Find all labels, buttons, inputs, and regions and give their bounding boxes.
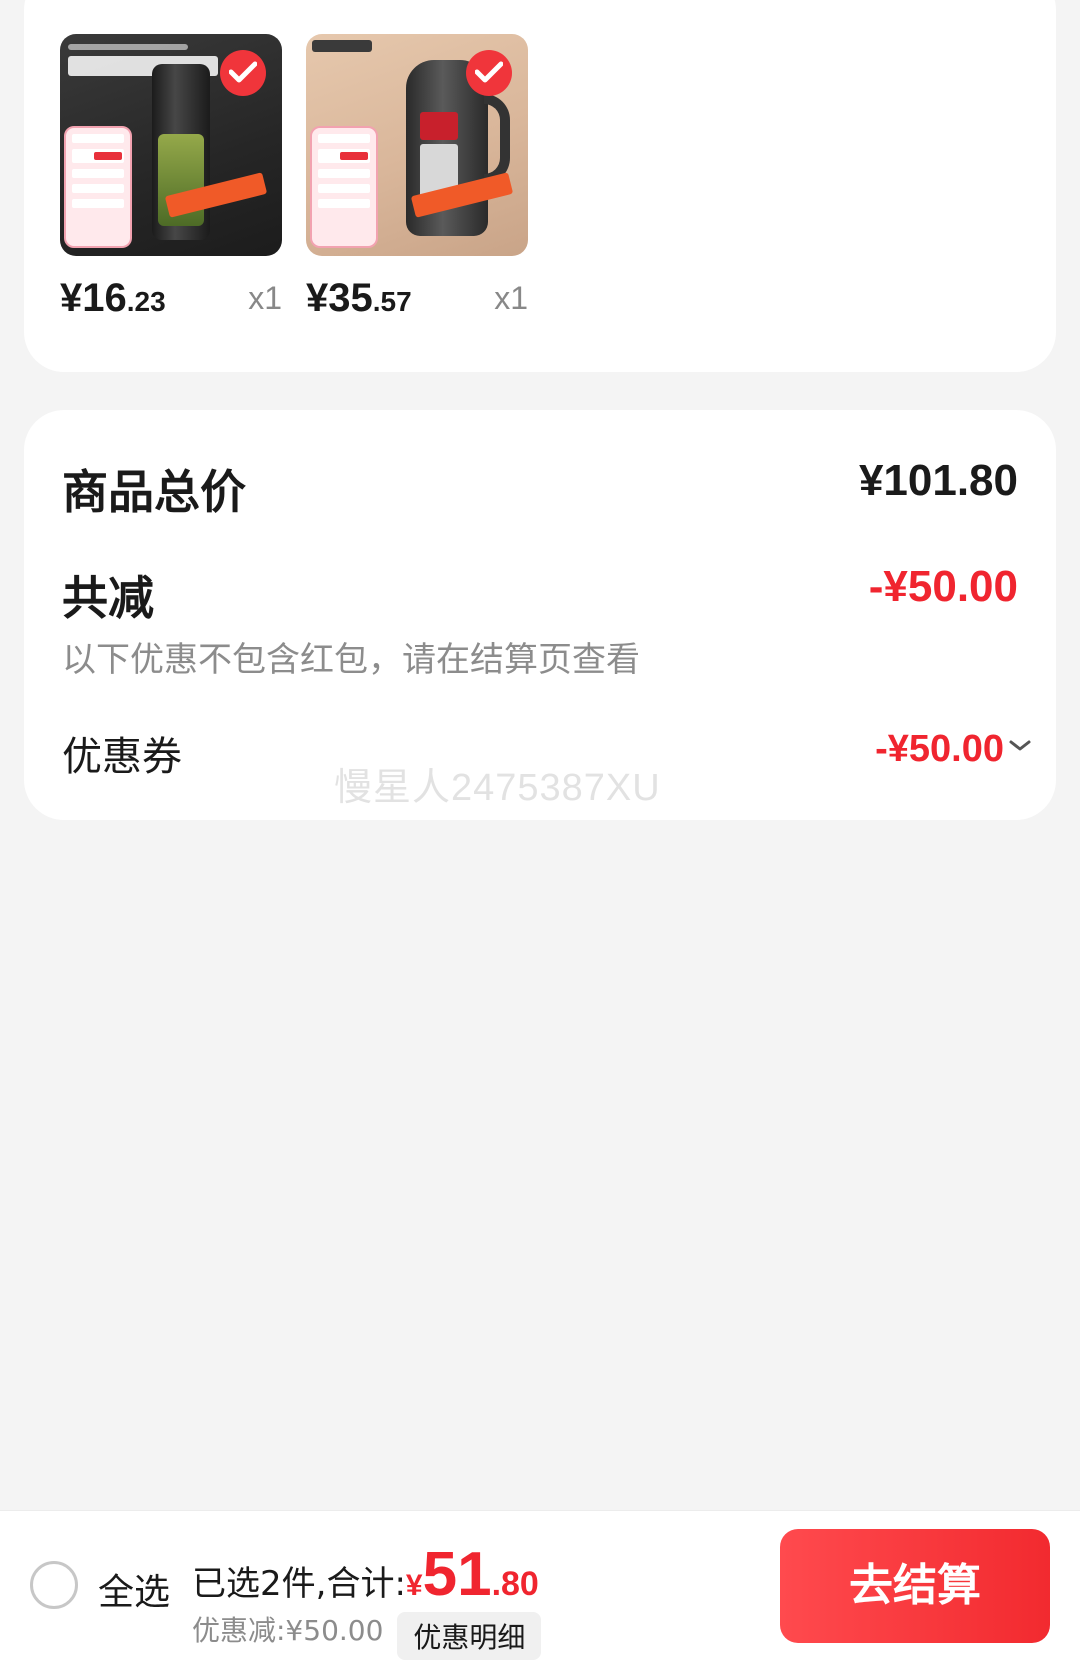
total-integer: 51 <box>422 1540 492 1609</box>
thumbnail-promo-panel <box>310 126 378 248</box>
price-integer: 35 <box>328 276 373 320</box>
total-decimal: .80 <box>491 1565 539 1603</box>
total-price-label: 商品总价 <box>62 465 246 519</box>
price-currency: ¥ <box>60 276 83 320</box>
select-all-radio[interactable] <box>30 1561 78 1609</box>
thumbnail-brand-strip <box>68 44 188 50</box>
product-thumbnail[interactable] <box>60 34 282 256</box>
selection-total: 已选2件,合计:¥51.80 <box>192 1539 539 1610</box>
price-decimal: .23 <box>126 286 166 317</box>
total-reduction-row: 共减 -¥50.00 <box>62 562 1018 628</box>
total-currency: ¥ <box>405 1569 423 1602</box>
total-price-value: ¥101.80 <box>858 456 1018 505</box>
selected-check-icon[interactable] <box>220 50 266 96</box>
thumbnail-promo-panel <box>64 126 132 248</box>
chevron-down-icon[interactable] <box>1008 738 1032 757</box>
product-price-row: ¥35.57 x1 <box>306 276 528 336</box>
product-quantity: x1 <box>494 280 528 316</box>
total-price-row: 商品总价 ¥101.80 <box>62 456 1018 522</box>
price-decimal: .57 <box>372 286 412 317</box>
coupon-value: -¥50.00 <box>875 728 1004 770</box>
coupon-label: 优惠券 <box>62 734 182 780</box>
thumbnail-kettle-handle <box>484 94 510 184</box>
discount-amount: 优惠减:¥50.00 <box>192 1614 384 1647</box>
product-item[interactable]: ¥16.23 x1 <box>60 34 282 336</box>
discount-detail-button[interactable]: 优惠明细 <box>397 1611 542 1660</box>
product-price: ¥35.57 <box>306 276 412 321</box>
select-all-label: 全选 <box>98 1572 171 1613</box>
watermark: 慢星人2475387XU <box>334 767 661 809</box>
total-reduction-value: -¥50.00 <box>868 562 1018 611</box>
price-integer: 16 <box>82 276 127 320</box>
discount-note: 以下优惠不包含红包，请在结算页查看 <box>62 640 640 680</box>
price-summary-card: 商品总价 ¥101.80 共减 -¥50.00 以下优惠不包含红包，请在结算页查… <box>24 410 1056 820</box>
checkout-bar: 全选 已选2件,合计:¥51.80 优惠减:¥50.00 优惠明细 去结算 <box>0 1510 1080 1660</box>
selected-products-card: ¥16.23 x1 ¥35.57 x1 <box>24 0 1056 372</box>
product-price: ¥16.23 <box>60 276 166 321</box>
product-item[interactable]: ¥35.57 x1 <box>306 34 528 336</box>
total-reduction-label: 共减 <box>62 571 154 625</box>
product-thumbnail[interactable] <box>306 34 528 256</box>
price-currency: ¥ <box>306 276 329 320</box>
selection-count-text: 已选2件,合计: <box>192 1564 406 1604</box>
product-price-row: ¥16.23 x1 <box>60 276 282 336</box>
checkout-button[interactable]: 去结算 <box>780 1529 1050 1643</box>
discount-line: 优惠减:¥50.00 优惠明细 <box>192 1609 542 1660</box>
product-quantity: x1 <box>248 280 282 316</box>
selected-check-icon[interactable] <box>466 50 512 96</box>
thumbnail-brand-strip <box>312 40 372 52</box>
